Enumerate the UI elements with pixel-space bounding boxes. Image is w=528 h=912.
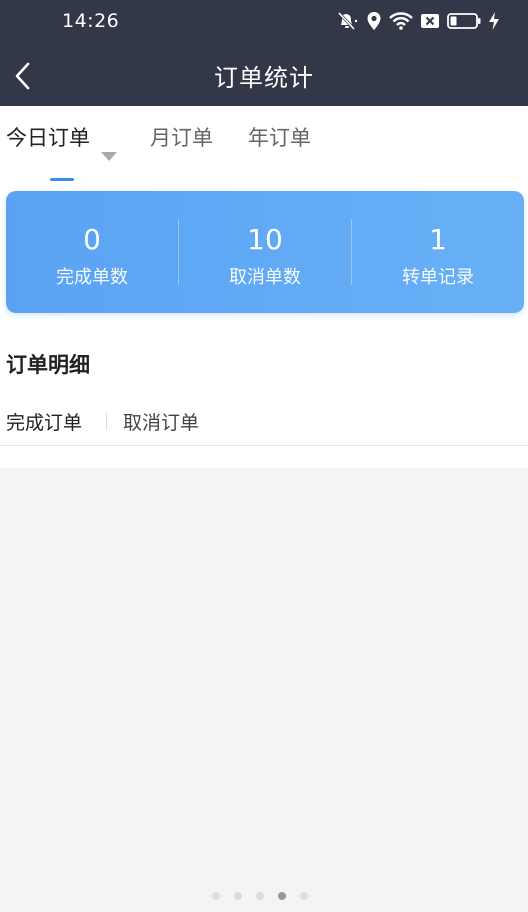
page-title: 订单统计 <box>214 64 314 92</box>
order-stats-panel: 今日订单 月订单 年订单 0 完成单数 10 取消单数 1 转单记录 订单明细 … <box>0 106 528 468</box>
stat-completed-label: 完成单数 <box>56 267 128 288</box>
stat-cancelled: 10 取消单数 <box>179 191 351 313</box>
tab-active-indicator <box>50 178 74 181</box>
subtab-divider <box>106 412 107 430</box>
order-detail-title: 订单明细 <box>6 353 90 377</box>
status-time: 14:26 <box>62 10 120 32</box>
tab-month-orders[interactable]: 月订单 <box>150 122 213 152</box>
dropdown-arrow-icon[interactable] <box>101 152 117 161</box>
status-icons <box>335 9 500 33</box>
stats-card: 0 完成单数 10 取消单数 1 转单记录 <box>6 191 524 313</box>
stat-completed-value: 0 <box>83 223 101 256</box>
tab-year-orders[interactable]: 年订单 <box>248 122 311 152</box>
charging-icon <box>489 12 499 30</box>
page-dot <box>212 892 220 900</box>
stat-completed: 0 完成单数 <box>6 191 178 313</box>
page-dot <box>234 892 242 900</box>
wifi-icon <box>389 12 413 30</box>
page-dot-active <box>278 892 286 900</box>
stat-cancelled-label: 取消单数 <box>229 267 301 288</box>
page-dot <box>300 892 308 900</box>
subtab-completed-orders[interactable]: 完成订单 <box>6 408 82 435</box>
stat-transfer: 1 转单记录 <box>352 191 524 313</box>
stat-transfer-label: 转单记录 <box>402 267 474 288</box>
sim-x-icon <box>421 14 439 28</box>
divider <box>0 445 528 446</box>
tab-today-orders[interactable]: 今日订单 <box>6 122 90 152</box>
page-dot <box>256 892 264 900</box>
location-icon <box>367 12 381 30</box>
battery-icon <box>447 13 481 29</box>
subtab-cancelled-orders[interactable]: 取消订单 <box>123 408 199 435</box>
stat-transfer-value: 1 <box>429 223 447 256</box>
stat-cancelled-value: 10 <box>247 223 283 256</box>
page-indicator <box>212 892 308 900</box>
top-bar: 14:26 订单统计 <box>0 0 528 106</box>
mute-icon <box>337 11 358 31</box>
